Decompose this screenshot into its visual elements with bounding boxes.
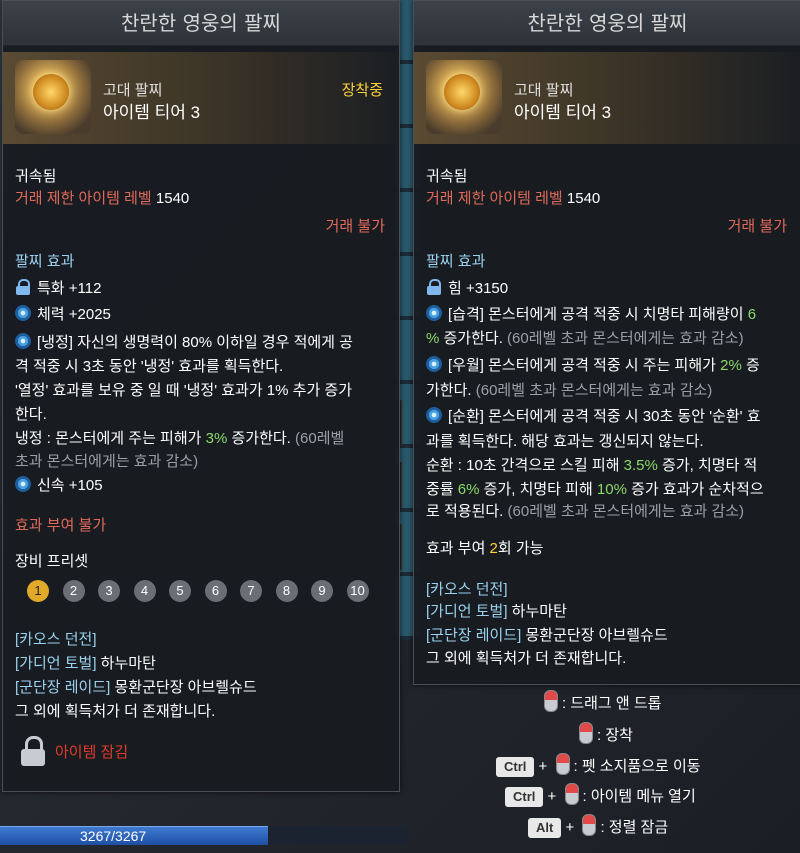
effect-line: % 증가한다. (60레벨 초과 몬스터에게는 효과 감소)	[426, 330, 744, 347]
gem-icon	[15, 476, 31, 492]
item-header: 고대 팔찌 아이템 티어 3 장착중	[3, 52, 399, 144]
gem-icon	[426, 356, 442, 372]
ctrl-key: Ctrl	[496, 757, 535, 777]
item-tier: 아이템 티어 3	[514, 103, 612, 122]
hp-value: 3267/3267	[80, 828, 147, 844]
item-lock-status: 아이템 잠김	[55, 744, 129, 761]
preset-button[interactable]: 9	[311, 580, 333, 602]
effect-line: [우월] 몬스터에게 공격 적중 시 주는 피해가 2% 증	[426, 355, 760, 376]
trade-level: 거래 제한 아이템 레벨 1540	[426, 190, 601, 207]
gem-icon	[15, 333, 31, 349]
trade-status: 거래 불가	[727, 218, 787, 235]
mouse-icon	[579, 722, 593, 744]
hp-bar: 3267/3267	[0, 826, 268, 845]
item-header: 고대 팔찌 아이템 티어 3	[414, 52, 800, 144]
effect-line: 초과 몬스터에게는 효과 감소)	[15, 453, 199, 470]
effect-line: 냉정 : 몬스터에게 주는 피해가 3% 증가한다. (60레벨	[15, 430, 345, 447]
preset-button[interactable]: 10	[346, 580, 369, 602]
effect-line: 격 적중 시 3초 동안 '냉정' 효과를 획득한다.	[15, 358, 284, 375]
bound-status: 귀속됨	[426, 168, 468, 185]
effect-line: 순환 : 10초 간격으로 스킬 피해 3.5% 증가, 치명타 적	[426, 457, 758, 474]
source-line: [가디언 토벌] 하누마탄	[426, 603, 567, 620]
source-line: [군단장 레이드] 몽환군단장 아브렐슈드	[426, 627, 668, 644]
preset-list: 1 2 3 4 5 6 7 8 9 10	[27, 580, 382, 602]
effect-line: 중률 6% 증가, 치명타 피해 10% 증가 효과가 순차적으	[426, 481, 764, 498]
preset-button[interactable]: 1	[27, 580, 49, 602]
effect-line: [냉정] 자신의 생명력이 80% 이하일 경우 적에게 공	[15, 332, 353, 353]
source-more: 그 외에 획득처가 더 존재합니다.	[426, 650, 627, 667]
effects-header: 팔찌 효과	[426, 253, 486, 270]
effect-grant-status: 효과 부여 2회 가능	[426, 540, 544, 557]
source-more: 그 외에 획득처가 더 존재합니다.	[15, 703, 216, 720]
effect-line: [순환] 몬스터에게 공격 적중 시 30초 동안 '순환' 효	[426, 406, 761, 427]
source-line: [가디언 토벌] 하누마탄	[15, 655, 156, 672]
hint-drag: : 드래그 앤 드롭	[540, 690, 661, 713]
stat-line: 신속 +105	[15, 475, 103, 496]
item-category: 고대 팔찌	[514, 82, 574, 99]
bracelet-icon	[426, 60, 502, 134]
effect-line: 한다.	[15, 406, 47, 423]
source-line: [카오스 던전]	[426, 581, 508, 598]
stat-line: 힘 +3150	[426, 278, 508, 299]
mouse-icon	[544, 690, 558, 712]
preset-header: 장비 프리셋	[15, 553, 89, 570]
source-line: [카오스 던전]	[15, 631, 97, 648]
resource-bar	[268, 826, 408, 844]
gem-icon	[426, 407, 442, 423]
preset-button[interactable]: 4	[133, 580, 156, 602]
preset-button[interactable]: 7	[240, 580, 262, 602]
hint-lock: Alt + : 정렬 잠금	[528, 814, 668, 838]
item-title: 찬란한 영웅의 팔찌	[414, 1, 800, 46]
equipped-badge: 장착중	[341, 82, 383, 99]
source-line: [군단장 레이드] 몽환군단장 아브렐슈드	[15, 679, 257, 696]
hint-equip: : 장착	[575, 722, 633, 745]
effect-line: '열정' 효과를 보유 중 일 때 '냉정' 효과가 1% 추가 증가	[15, 382, 353, 399]
mouse-icon	[582, 814, 597, 836]
effects-header: 팔찌 효과	[15, 253, 75, 270]
ctrl-key: Ctrl	[505, 787, 544, 807]
effect-line: 과를 획득한다. 해당 효과는 갱신되지 않는다.	[426, 433, 704, 450]
preset-button[interactable]: 5	[169, 580, 191, 602]
hint-menu: Ctrl + : 아이템 메뉴 열기	[505, 783, 696, 807]
trade-level: 거래 제한 아이템 레벨 1540	[15, 190, 190, 207]
item-title: 찬란한 영웅의 팔찌	[3, 1, 399, 46]
effect-line: [습격] 몬스터에게 공격 적중 시 치명타 피해량이 6	[426, 304, 756, 325]
bound-status: 귀속됨	[15, 168, 57, 185]
preset-button[interactable]: 2	[62, 580, 85, 602]
compare-item-tooltip: 찬란한 영웅의 팔찌 고대 팔찌 아이템 티어 3 귀속됨 거래 제한 아이템 …	[413, 0, 800, 685]
item-category: 고대 팔찌	[103, 82, 163, 99]
equipped-item-tooltip: 찬란한 영웅의 팔찌 고대 팔찌 아이템 티어 3 장착중 귀속됨 거래 제한 …	[2, 0, 400, 792]
lock-icon	[426, 279, 442, 295]
effect-line: 로 적용된다. (60레벨 초과 몬스터에게는 효과 감소)	[426, 503, 745, 520]
item-tier: 아이템 티어 3	[103, 103, 201, 122]
item-lock-icon	[21, 736, 45, 766]
bracelet-icon	[15, 60, 91, 134]
lock-icon	[15, 279, 31, 295]
effect-line: 가한다. (60레벨 초과 몬스터에게는 효과 감소)	[426, 382, 713, 399]
gem-icon	[426, 305, 442, 321]
preset-button[interactable]: 3	[98, 580, 120, 602]
gem-icon	[15, 305, 31, 321]
trade-status: 거래 불가	[325, 218, 385, 235]
effect-grant-status: 효과 부여 불가	[15, 517, 107, 534]
stat-line: 특화 +112	[15, 278, 101, 299]
stat-line: 체력 +2025	[15, 304, 111, 325]
preset-button[interactable]: 6	[204, 580, 227, 602]
alt-key: Alt	[528, 818, 562, 838]
mouse-icon	[555, 753, 570, 775]
preset-button[interactable]: 8	[275, 580, 298, 602]
hint-pet: Ctrl + : 펫 소지품으로 이동	[496, 753, 701, 777]
mouse-icon	[564, 783, 579, 805]
